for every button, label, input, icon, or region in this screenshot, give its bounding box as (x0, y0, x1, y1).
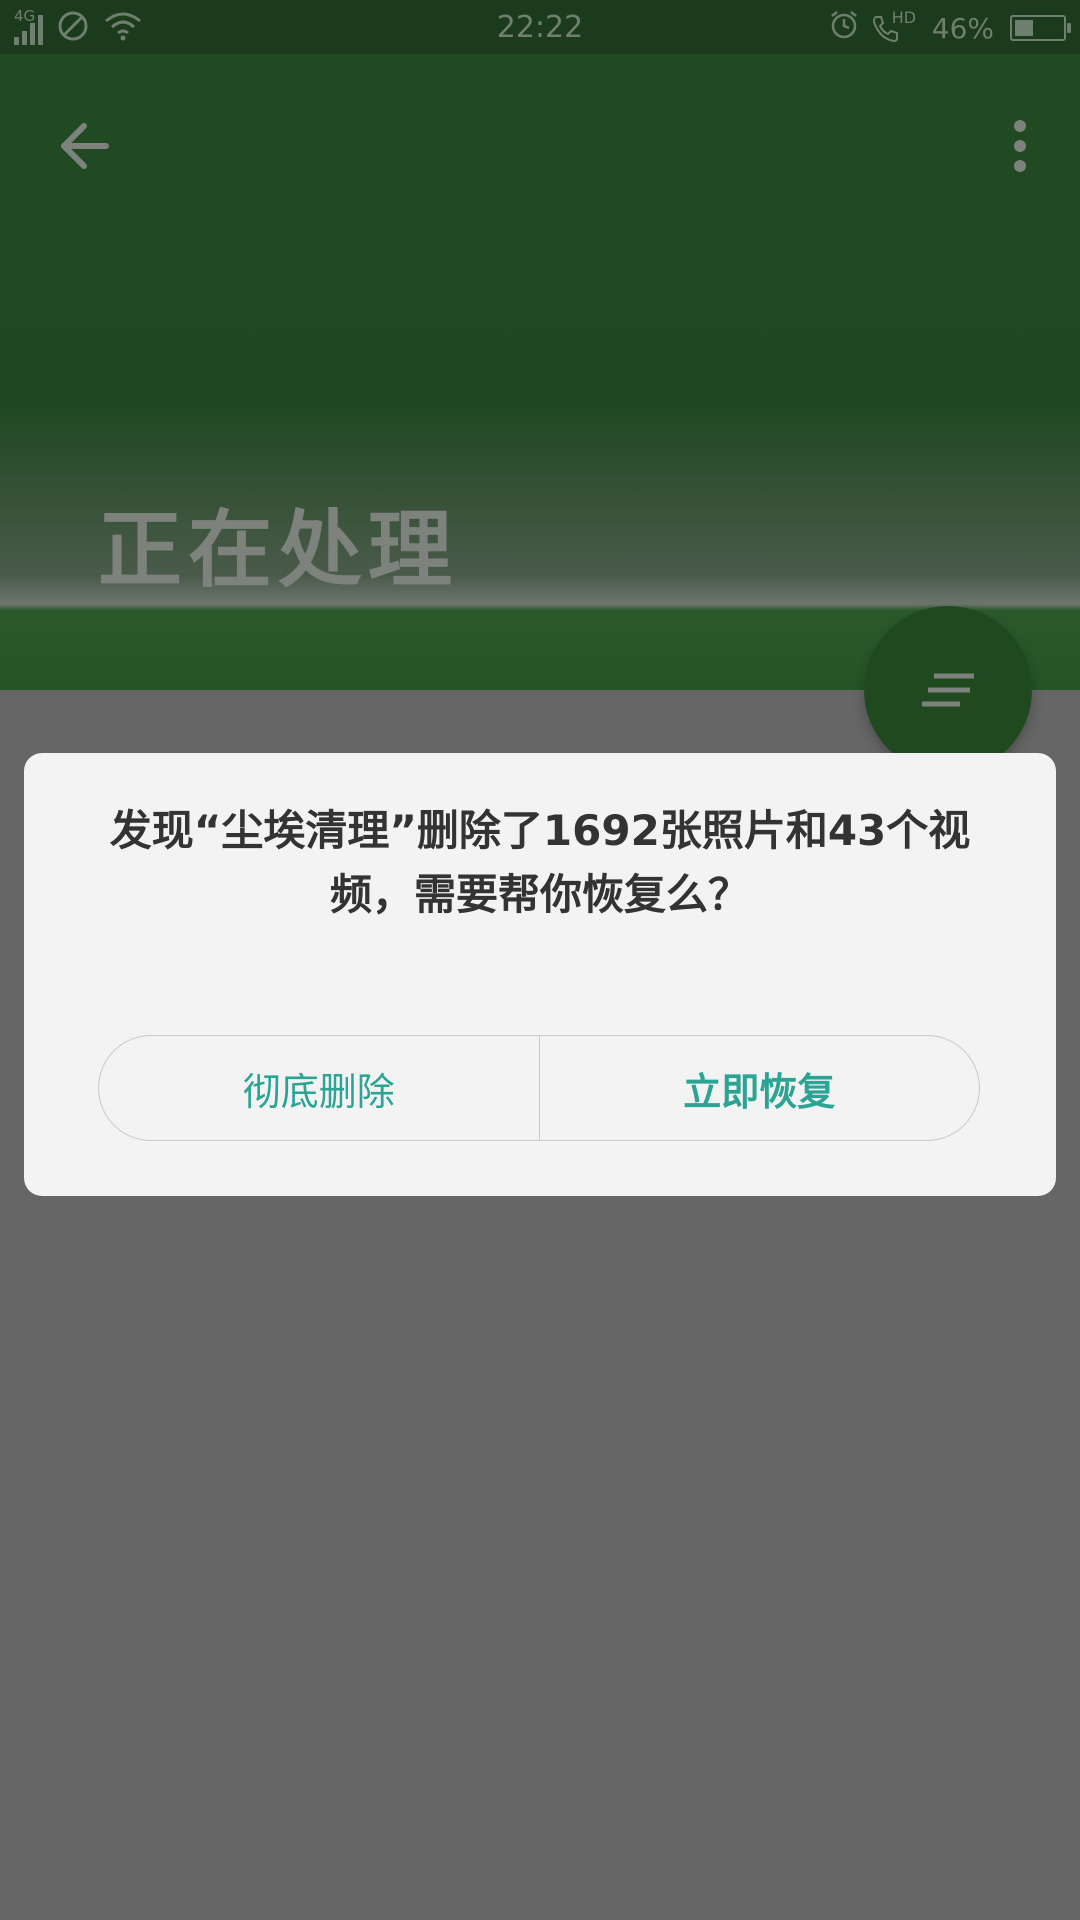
sort-fab-button[interactable] (864, 606, 1032, 774)
arrow-left-icon (61, 123, 109, 169)
battery-icon (1010, 15, 1071, 41)
screen: 4G 22:22 HD 46% 正在处理 发现“尘埃清理”删除了1692张照片和… (0, 0, 1080, 1920)
back-button[interactable] (48, 110, 120, 182)
battery-percent: 46% (931, 11, 994, 45)
sort-lines-icon (922, 673, 974, 707)
dialog-button-group: 彻底删除 立即恢复 (98, 1035, 980, 1141)
more-vertical-icon (1014, 120, 1026, 172)
status-right: HD 46% (828, 8, 1071, 48)
restore-now-button[interactable]: 立即恢复 (540, 1036, 980, 1140)
page-title: 正在处理 (98, 500, 459, 599)
alarm-icon (828, 9, 860, 48)
battery-level (1015, 20, 1033, 36)
hd-badge: HD (891, 8, 917, 27)
status-bar: 4G 22:22 HD 46% (0, 0, 1080, 54)
delete-permanently-button[interactable]: 彻底删除 (99, 1036, 539, 1140)
recovery-dialog: 发现“尘埃清理”删除了1692张照片和43个视频，需要帮你恢复么？ 彻底删除 立… (24, 753, 1056, 1196)
hd-call-icon: HD (870, 8, 917, 44)
dialog-message: 发现“尘埃清理”删除了1692张照片和43个视频，需要帮你恢复么？ (109, 806, 971, 919)
app-header: 正在处理 (0, 54, 1080, 690)
more-options-button[interactable] (984, 110, 1056, 182)
